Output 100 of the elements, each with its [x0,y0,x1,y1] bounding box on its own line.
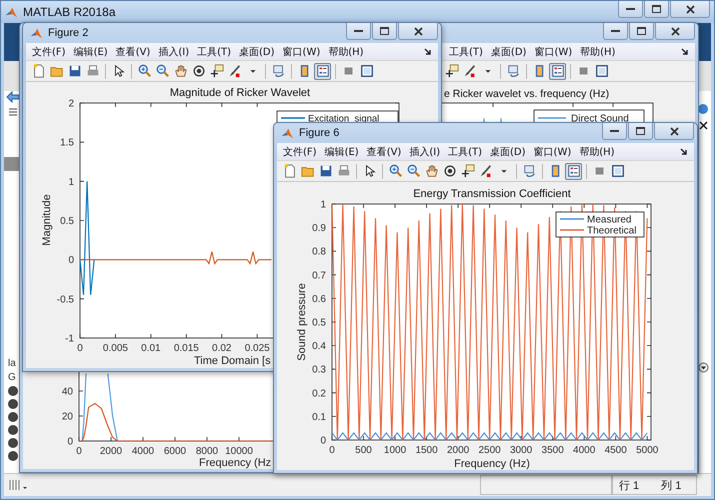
maximize-button[interactable] [628,123,653,140]
maximize-button[interactable] [629,23,654,40]
tick-label: 0.1 [312,412,326,423]
minimize-button[interactable] [346,23,371,40]
maximize-icon [636,127,645,135]
tick-label: 0.8 [312,246,326,258]
close-icon [670,126,678,136]
peak-logo-icon [5,6,18,18]
dock-arrow-icon[interactable] [680,148,688,156]
menu-item[interactable]: 插入(I) [407,144,442,158]
data-cursor-icon[interactable] [443,62,460,80]
legend-label: Direct Sound [571,114,629,124]
window-title: Figure 2 [48,27,88,39]
grip-icon[interactable] [8,479,30,491]
zoom-in-icon[interactable] [136,62,153,80]
dock-arrow-icon[interactable] [424,48,432,56]
menu-item[interactable]: 工具(T) [446,144,484,158]
window-title: MATLAB R2018a [23,5,116,19]
tick-label: 0.3 [312,364,326,376]
tick-label: 0.6 [312,294,326,305]
tick-label: 0.9 [312,223,326,234]
tick-label: 1000 [384,445,406,456]
window-icon[interactable] [358,62,375,80]
window-title: Figure 6 [299,127,340,139]
axis-label: Magnitude [41,194,53,246]
tick-label: 2000 [446,445,470,456]
close-icon [670,26,680,36]
menu-item[interactable]: 插入(I) [156,44,192,58]
back-arrow-icon[interactable] [6,91,20,103]
circle-icon [8,425,18,435]
tick-label: -0.5 [56,294,74,306]
menu-item[interactable]: 桌面(D) [237,44,277,58]
tick-label: 1 [320,200,326,210]
menu-item[interactable]: 工具(T) [447,44,485,58]
menu-item[interactable]: 帮助(H) [326,44,366,58]
tick-label: 500 [355,445,372,456]
tick-label: 3000 [510,445,532,456]
tick-label: 0.7 [312,270,326,282]
tick-label: 0.005 [102,343,128,354]
circle-icon [8,451,18,461]
close-button[interactable] [655,23,695,40]
tick-label: 0.01 [141,343,161,354]
menu-item[interactable]: 帮助(H) [578,44,618,58]
minimize-icon [626,7,635,11]
legend-icon[interactable] [565,162,582,180]
column-header: la [7,357,16,371]
menu-item[interactable]: 查看(V) [364,144,404,158]
axis-label: Frequency (Hz [199,457,272,469]
tick-label: 6000 [164,446,186,457]
chart-title: Energy Transmission Coefficient [413,188,571,200]
menu-item[interactable]: 窗口(W) [532,144,574,158]
minimize-button[interactable] [618,1,643,18]
tick-label: 2000 [100,446,122,457]
menu-item[interactable]: 帮助(H) [577,144,617,158]
zoom-out-icon[interactable] [154,62,171,80]
close-icon [686,4,694,14]
legend-icon[interactable] [314,62,331,80]
circle-icon [8,412,18,422]
data-cursor-icon[interactable] [459,162,476,180]
list-item-text: G [7,371,16,385]
help-icon[interactable] [697,103,709,115]
close-button[interactable] [398,23,438,40]
legend-label: Measured [587,214,632,226]
window-icon[interactable] [609,162,626,180]
tick-label: 4000 [573,445,596,456]
list-icon[interactable] [8,107,18,117]
axis-label: Sound pressure [296,283,308,361]
minimize-icon [610,129,619,133]
tick-label: 40 [62,386,73,398]
window-icon[interactable] [593,62,610,80]
minimize-icon [611,29,620,33]
menu-item[interactable]: 桌面(D) [488,44,528,58]
tick-label: 0 [77,343,83,354]
menu-item[interactable]: 工具(T) [195,44,234,58]
menu-item[interactable]: 文件(F) [281,144,319,158]
menu-item[interactable]: 编辑(E) [72,44,110,58]
close-icon[interactable] [698,121,708,130]
menu-item[interactable]: 窗口(W) [280,44,322,58]
menu-item[interactable]: 文件(F) [30,44,68,58]
dock-arrow-icon[interactable] [681,48,689,56]
tick-label: 2500 [478,445,501,456]
data-cursor-icon[interactable] [208,62,225,80]
zoom-in-icon[interactable] [387,162,404,180]
menu-item[interactable]: 编辑(E) [322,144,361,158]
minimize-icon [354,29,363,33]
menu-item[interactable]: 桌面(D) [488,144,528,158]
maximize-icon [652,5,661,13]
tick-label: 0 [329,445,335,456]
legend-icon[interactable] [549,62,566,80]
close-button[interactable] [654,123,694,140]
close-button[interactable] [670,1,710,18]
tick-label: 0.5 [312,318,326,328]
menu-item[interactable]: 窗口(W) [532,44,574,58]
maximize-button[interactable] [644,1,669,18]
minimize-button[interactable] [602,123,627,140]
minimize-button[interactable] [603,23,628,40]
tick-label: 5000 [636,445,658,456]
menu-item[interactable]: 查看(V) [114,44,152,58]
zoom-out-icon[interactable] [405,162,422,180]
maximize-button[interactable] [372,23,397,40]
